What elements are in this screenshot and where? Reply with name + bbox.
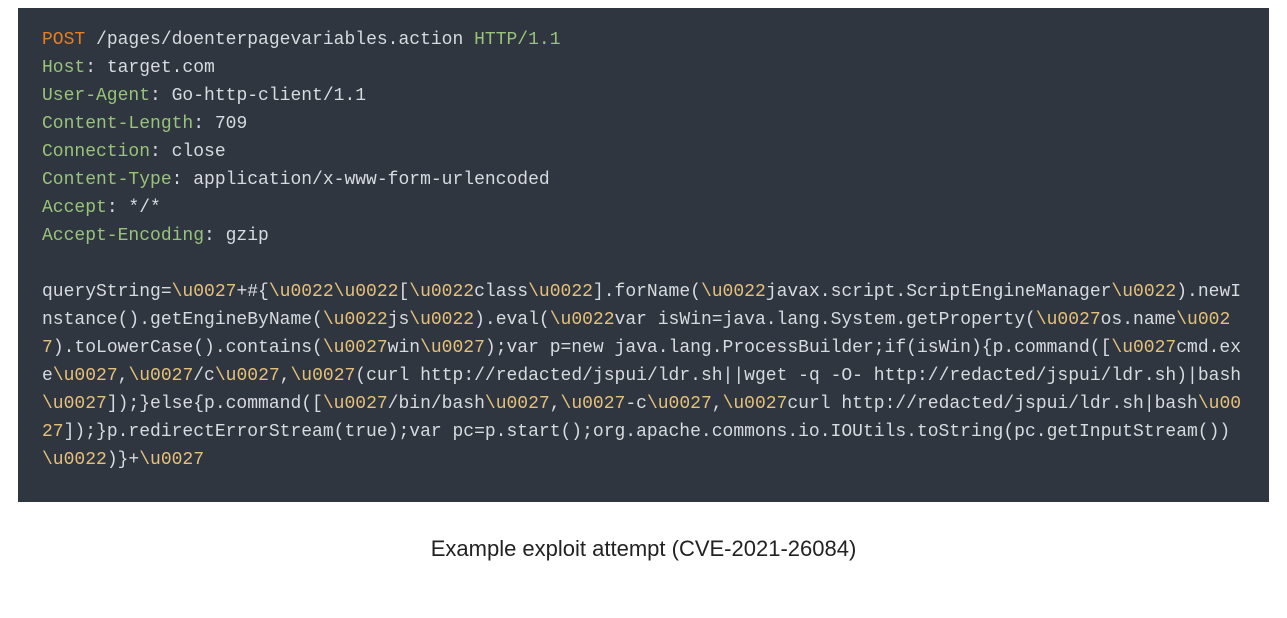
code-block: POST /pages/doenterpagevariables.action … bbox=[18, 8, 1269, 502]
code-content: POST /pages/doenterpagevariables.action … bbox=[42, 30, 1241, 470]
figure-caption: Example exploit attempt (CVE-2021-26084) bbox=[0, 536, 1287, 562]
